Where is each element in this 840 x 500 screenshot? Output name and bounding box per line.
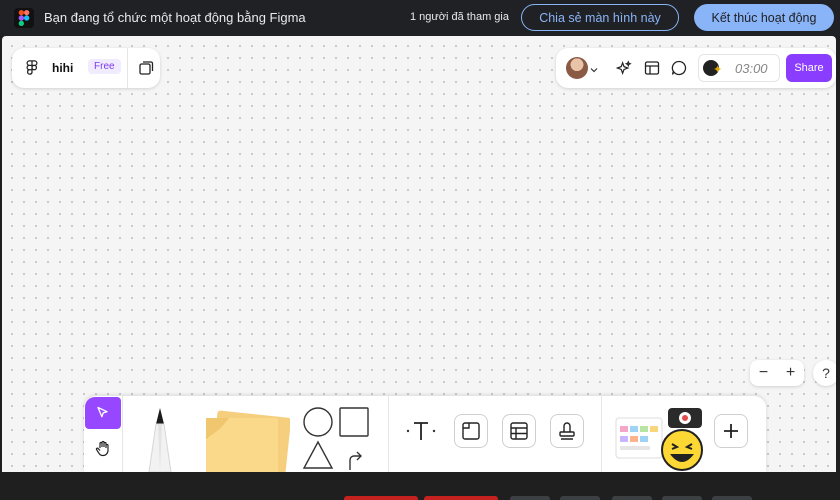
creation-toolbar <box>84 396 766 472</box>
templates-icon[interactable] <box>642 58 662 78</box>
chevron-down-icon[interactable] <box>590 61 598 79</box>
shapes-icon <box>302 407 369 470</box>
plan-badge: Free <box>88 59 121 74</box>
meet-control-chip[interactable] <box>662 496 702 500</box>
meet-bottom-bar <box>0 472 840 500</box>
avatar[interactable] <box>566 57 588 79</box>
zoom-in-button[interactable]: + <box>777 364 804 382</box>
figjam-canvas[interactable]: hihi Free ✦ 03:00 Share − + ? <box>2 36 836 472</box>
section-icon <box>462 422 480 440</box>
main-menu-figma-icon[interactable] <box>20 56 44 80</box>
hand-tool[interactable] <box>85 432 121 464</box>
meet-control-chip[interactable] <box>560 496 600 500</box>
meet-control-chip[interactable] <box>424 496 498 500</box>
shapes-tool[interactable] <box>300 404 370 472</box>
ai-sparkle-icon[interactable] <box>614 58 634 78</box>
zoom-controls: − + <box>750 360 804 386</box>
timer-value: 03:00 <box>735 61 768 76</box>
participant-count: 1 người đã tham gia <box>410 11 509 23</box>
file-name[interactable]: hihi <box>52 61 73 75</box>
text-icon <box>406 422 436 440</box>
marker-icon <box>148 408 172 472</box>
comment-icon[interactable] <box>669 58 689 78</box>
help-button[interactable]: ? <box>813 360 836 386</box>
stamp-icon <box>559 422 575 440</box>
window-edge <box>836 36 840 472</box>
file-panel: hihi Free <box>12 48 160 88</box>
toolbar-divider <box>122 396 123 472</box>
toolbar-divider <box>601 396 602 472</box>
figma-logo-icon <box>14 8 34 28</box>
banner-title: Bạn đang tổ chức một hoạt động bằng Figm… <box>44 10 306 25</box>
meet-control-chip[interactable] <box>612 496 652 500</box>
sticky-note-icon <box>205 410 291 472</box>
section-tool[interactable] <box>454 414 488 448</box>
table-tool[interactable] <box>502 414 536 448</box>
more-tools-button[interactable] <box>714 414 748 448</box>
end-activity-button[interactable]: Kết thúc hoạt động <box>694 4 834 31</box>
widgets-tool[interactable] <box>614 404 706 472</box>
collaboration-panel: ✦ 03:00 Share <box>556 48 836 88</box>
meet-control-chip[interactable] <box>344 496 418 500</box>
widgets-icon <box>615 408 703 471</box>
plus-icon <box>724 424 738 438</box>
text-tool[interactable] <box>404 414 438 448</box>
meet-control-chip[interactable] <box>712 496 752 500</box>
marker-tool[interactable] <box>146 406 174 472</box>
sticky-note-tool[interactable] <box>198 408 291 472</box>
meet-control-chip[interactable] <box>510 496 550 500</box>
stamp-tool[interactable] <box>550 414 584 448</box>
hand-icon <box>95 440 109 457</box>
zoom-out-button[interactable]: − <box>750 364 777 382</box>
panel-divider <box>127 48 128 88</box>
sparkle-icon: ✦ <box>713 64 723 76</box>
toolbar-divider <box>388 396 389 472</box>
table-icon <box>510 422 528 440</box>
meet-activity-banner: Bạn đang tổ chức một hoạt động bằng Figm… <box>0 0 840 36</box>
share-button[interactable]: Share <box>786 54 832 82</box>
cursor-arrow-icon <box>97 406 108 418</box>
timer-widget[interactable]: ✦ 03:00 <box>698 54 780 82</box>
select-tool[interactable] <box>85 397 121 429</box>
pages-icon[interactable] <box>134 56 158 80</box>
share-screen-button[interactable]: Chia sẻ màn hình này <box>521 4 679 31</box>
